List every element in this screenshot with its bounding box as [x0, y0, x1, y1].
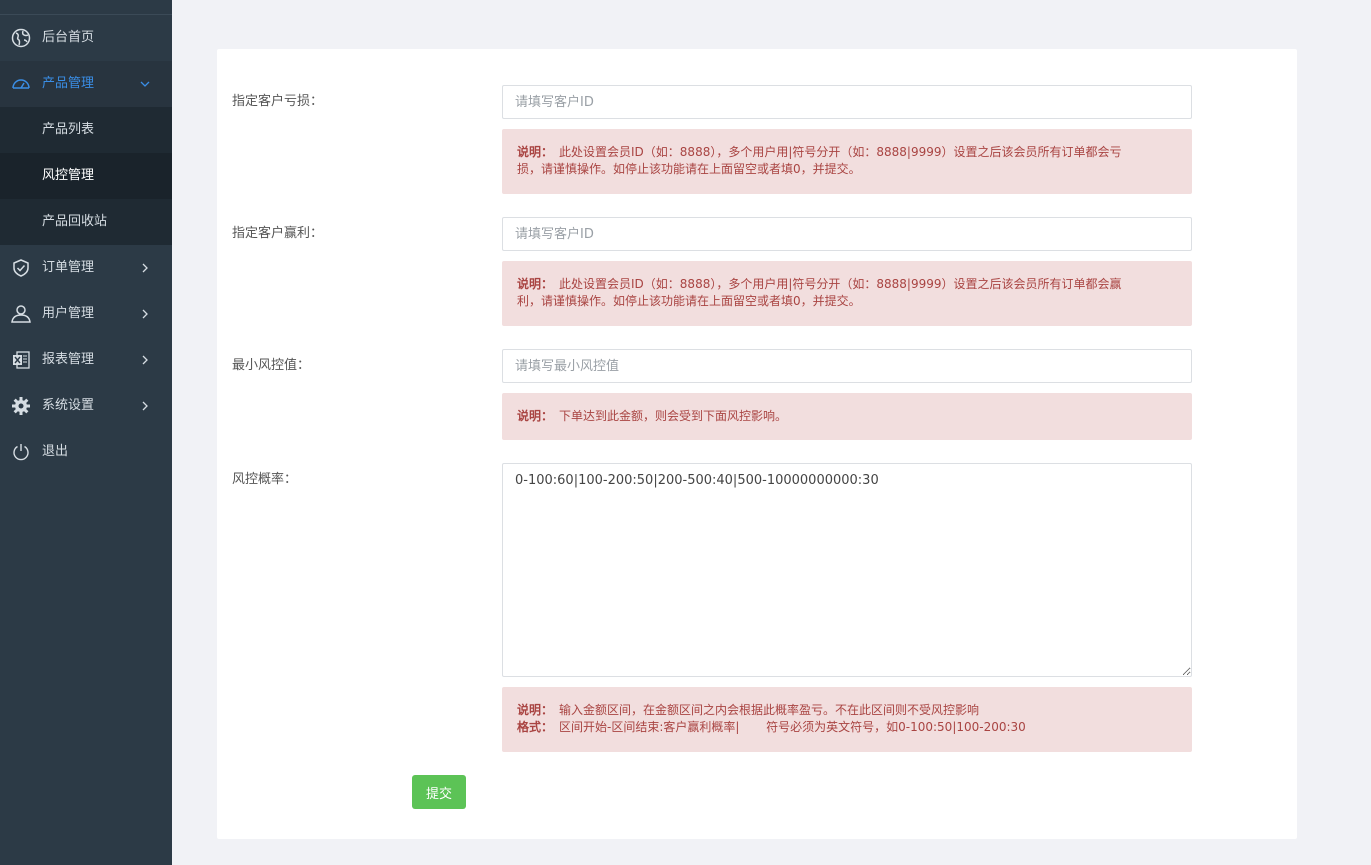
loss-customer-input[interactable] — [502, 85, 1192, 119]
excel-icon — [10, 349, 32, 371]
min-risk-label: 最小风控值： — [232, 358, 311, 373]
sidebar-item-users[interactable]: 用户管理 — [0, 291, 172, 337]
note-text: 利，请谨慎操作。如停止该功能请在上面留空或者填0，并提交。 — [517, 294, 861, 308]
sidebar-item-label: 产品管理 — [42, 76, 95, 91]
sidebar-submenu-products: 产品列表 风控管理 产品回收站 — [0, 107, 172, 245]
win-customer-label: 指定客户赢利： — [232, 226, 324, 241]
note-text: 此处设置会员ID（如：8888），多个用户用|符号分开（如：8888|9999）… — [559, 277, 1122, 291]
note-prefix: 说明： — [517, 703, 554, 717]
note-text: 下单达到此金额，则会受到下面风控影响。 — [559, 409, 788, 423]
sidebar: 后台首页 产品管理 产品列表 风控管理 产品回收站 订单管理 用户管理 报表管理… — [0, 0, 172, 865]
sidebar-item-settings[interactable]: 系统设置 — [0, 383, 172, 429]
user-icon — [10, 303, 32, 325]
chevron-right-icon — [140, 351, 150, 369]
sidebar-item-reports[interactable]: 报表管理 — [0, 337, 172, 383]
sidebar-item-products[interactable]: 产品管理 — [0, 61, 172, 107]
power-icon — [10, 441, 32, 463]
sidebar-subitem-label: 产品列表 — [42, 122, 95, 137]
sidebar-subitem-risk-control[interactable]: 风控管理 — [0, 153, 172, 199]
win-customer-note: 说明： 此处设置会员ID（如：8888），多个用户用|符号分开（如：8888|99… — [502, 261, 1192, 326]
chevron-right-icon — [140, 305, 150, 323]
gear-icon — [10, 395, 32, 417]
format-prefix: 格式： — [517, 720, 554, 734]
chevron-right-icon — [140, 397, 150, 415]
chevron-down-icon — [140, 75, 150, 93]
sidebar-item-label: 用户管理 — [42, 306, 95, 321]
loss-customer-label: 指定客户亏损： — [232, 94, 324, 109]
risk-rate-label: 风控概率： — [232, 472, 298, 487]
note-text: 此处设置会员ID（如：8888），多个用户用|符号分开（如：8888|9999）… — [559, 145, 1122, 159]
min-risk-note: 说明： 下单达到此金额，则会受到下面风控影响。 — [502, 393, 1192, 440]
note-prefix: 说明： — [517, 145, 554, 159]
risk-rate-note: 说明： 输入金额区间，在金额区间之内会根据此概率盈亏。不在此区间则不受风控影响 格… — [502, 687, 1192, 752]
sidebar-item-orders[interactable]: 订单管理 — [0, 245, 172, 291]
sidebar-subitem-label: 产品回收站 — [42, 214, 108, 229]
sidebar-item-label: 后台首页 — [42, 30, 95, 45]
sidebar-subitem-recycle-bin[interactable]: 产品回收站 — [0, 199, 172, 245]
risk-rate-textarea[interactable] — [502, 463, 1192, 677]
min-risk-input[interactable] — [502, 349, 1192, 383]
win-customer-input[interactable] — [502, 217, 1192, 251]
dashboard-icon — [10, 73, 32, 95]
sidebar-item-label: 订单管理 — [42, 260, 95, 275]
sidebar-item-logout[interactable]: 退出 — [0, 429, 172, 475]
shield-icon — [10, 257, 32, 279]
format-text: 区间开始-区间结束:客户赢利概率| 符号必须为英文符号，如0-100:50|10… — [559, 720, 1026, 734]
note-prefix: 说明： — [517, 409, 554, 423]
submit-button[interactable]: 提交 — [412, 775, 466, 809]
sidebar-item-home[interactable]: 后台首页 — [0, 15, 172, 61]
note-text: 损，请谨慎操作。如停止该功能请在上面留空或者填0，并提交。 — [517, 162, 861, 176]
sidebar-top-divider — [0, 0, 172, 15]
risk-control-form-panel: 指定客户亏损： 说明： 此处设置会员ID（如：8888），多个用户用|符号分开（如… — [217, 49, 1297, 839]
loss-customer-note: 说明： 此处设置会员ID（如：8888），多个用户用|符号分开（如：8888|99… — [502, 129, 1192, 194]
note-prefix: 说明： — [517, 277, 554, 291]
sidebar-item-label: 报表管理 — [42, 352, 95, 367]
note-text: 输入金额区间，在金额区间之内会根据此概率盈亏。不在此区间则不受风控影响 — [559, 703, 980, 717]
sidebar-subitem-product-list[interactable]: 产品列表 — [0, 107, 172, 153]
globe-icon — [10, 27, 32, 49]
sidebar-item-label: 退出 — [42, 444, 69, 459]
sidebar-item-label: 系统设置 — [42, 398, 95, 413]
chevron-right-icon — [140, 259, 150, 277]
sidebar-subitem-label: 风控管理 — [42, 168, 95, 183]
